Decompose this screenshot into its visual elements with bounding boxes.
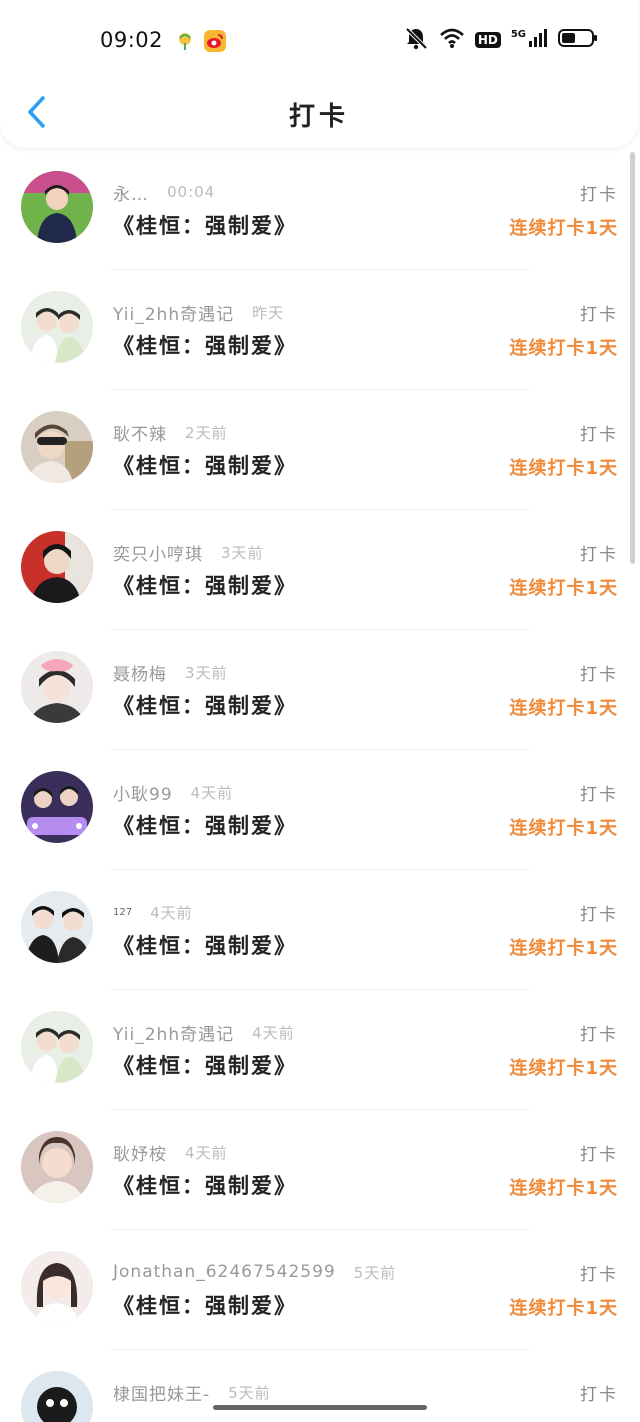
signal-icon [528, 28, 548, 52]
username[interactable]: 小耿99 [113, 780, 173, 805]
checkin-time: 5天前 [353, 1263, 397, 1282]
username[interactable]: 聂杨梅 [113, 660, 167, 685]
book-title: 《桂恒：强制爱》 [113, 574, 297, 598]
checkin-time: 5天前 [228, 1383, 271, 1402]
streak-label: 连续打卡1天 [509, 338, 618, 359]
book-title: 《桂恒：强制爱》 [113, 214, 297, 238]
checkin-time: 4天前 [252, 1023, 295, 1042]
book-title: 《桂恒：强制爱》 [113, 334, 297, 358]
checkin-label: 打卡 [580, 305, 618, 325]
network-type-label: 5G [510, 28, 526, 40]
book-title: 《桂恒：强制爱》 [113, 454, 297, 478]
checkin-label: 打卡 [580, 1385, 618, 1405]
checkin-label: 打卡 [580, 185, 618, 205]
list-item[interactable]: Yii_2hh奇遇记 4天前 《桂恒：强制爱》 打卡 连续打卡1天 [0, 990, 640, 1110]
streak-label: 连续打卡1天 [509, 1298, 618, 1319]
username[interactable]: 棣国把妹王- [113, 1380, 210, 1405]
avatar[interactable] [21, 891, 93, 963]
streak-label: 连续打卡1天 [509, 698, 618, 719]
checkin-label: 打卡 [580, 905, 618, 925]
status-time: 09:02 [100, 28, 164, 52]
username[interactable]: 永… [113, 180, 149, 205]
top-bar: 09:02 HD 5G 打卡 [0, 0, 638, 148]
checkin-list: 永… 00:04 《桂恒：强制爱》 打卡 连续打卡1天 Yii_2hh奇遇记 昨… [0, 150, 640, 1422]
checkin-label: 打卡 [580, 785, 618, 805]
username[interactable]: 耿妤桉 [113, 1140, 167, 1165]
leaf-app-icon [174, 30, 196, 52]
avatar[interactable] [21, 1131, 93, 1203]
streak-label: 连续打卡1天 [509, 578, 618, 599]
checkin-label: 打卡 [580, 1145, 618, 1165]
avatar[interactable] [21, 1251, 93, 1323]
checkin-label: 打卡 [580, 1265, 618, 1285]
screen: 09:02 HD 5G 打卡 永… 00:04 《桂恒：强制爱》 打卡 连续打卡… [0, 0, 640, 1422]
checkin-time: 昨天 [252, 303, 285, 322]
list-item[interactable]: 小耿99 4天前 《桂恒：强制爱》 打卡 连续打卡1天 [0, 750, 640, 870]
list-item[interactable]: Jonathan_62467542599 5天前 《桂恒：强制爱》 打卡 连续打… [0, 1230, 640, 1350]
scrollbar[interactable] [630, 152, 635, 564]
checkin-time: 2天前 [185, 423, 228, 442]
checkin-time: 00:04 [167, 183, 216, 201]
streak-label: 连续打卡1天 [509, 458, 618, 479]
weibo-icon [204, 30, 226, 52]
checkin-label: 打卡 [580, 665, 618, 685]
list-item[interactable]: 棣国把妹王- 5天前 打卡 [0, 1350, 640, 1422]
username[interactable]: 耿不辣 [113, 420, 167, 445]
book-title: 《桂恒：强制爱》 [113, 1054, 297, 1078]
checkin-label: 打卡 [580, 545, 618, 565]
page-title: 打卡 [288, 102, 349, 132]
hd-badge: HD [474, 32, 501, 48]
list-item[interactable]: 永… 00:04 《桂恒：强制爱》 打卡 连续打卡1天 [0, 150, 640, 270]
username[interactable]: 奕只小哼琪 [113, 540, 203, 565]
status-indicators: HD 5G [403, 26, 598, 54]
book-title: 《桂恒：强制爱》 [113, 694, 297, 718]
streak-label: 连续打卡1天 [509, 938, 618, 959]
username[interactable]: Yii_2hh奇遇记 [113, 1020, 234, 1045]
streak-label: 连续打卡1天 [509, 1178, 618, 1199]
avatar[interactable] [21, 531, 93, 603]
avatar[interactable] [21, 1371, 93, 1422]
streak-label: 连续打卡1天 [509, 218, 618, 239]
avatar[interactable] [21, 771, 93, 843]
wifi-icon [439, 27, 465, 53]
home-indicator[interactable] [213, 1405, 427, 1410]
checkin-time: 4天前 [185, 1143, 228, 1162]
list-item[interactable]: 聂杨梅 3天前 《桂恒：强制爱》 打卡 连续打卡1天 [0, 630, 640, 750]
book-title: 《桂恒：强制爱》 [113, 1174, 297, 1198]
avatar[interactable] [21, 651, 93, 723]
checkin-time: 4天前 [150, 903, 193, 922]
list-item[interactable]: 耿不辣 2天前 《桂恒：强制爱》 打卡 连续打卡1天 [0, 390, 640, 510]
avatar[interactable] [21, 171, 93, 243]
book-title: 《桂恒：强制爱》 [113, 934, 297, 958]
username[interactable]: Yii_2hh奇遇记 [113, 300, 234, 325]
checkin-label: 打卡 [580, 425, 618, 445]
list-item[interactable]: 127 4天前 《桂恒：强制爱》 打卡 连续打卡1天 [0, 870, 640, 990]
battery-icon [558, 28, 598, 52]
checkin-label: 打卡 [580, 1025, 618, 1045]
list-item[interactable]: 耿妤桉 4天前 《桂恒：强制爱》 打卡 连续打卡1天 [0, 1110, 640, 1230]
checkin-time: 4天前 [190, 783, 234, 802]
checkin-time: 3天前 [221, 543, 264, 562]
book-title: 《桂恒：强制爱》 [113, 1294, 297, 1318]
book-title: 《桂恒：强制爱》 [113, 814, 297, 838]
list-item[interactable]: 奕只小哼琪 3天前 《桂恒：强制爱》 打卡 连续打卡1天 [0, 510, 640, 630]
username[interactable]: 127 [113, 907, 132, 918]
checkin-time: 3天前 [185, 663, 228, 682]
avatar[interactable] [21, 411, 93, 483]
mute-bell-icon [403, 26, 429, 54]
username[interactable]: Jonathan_62467542599 [113, 1262, 336, 1282]
streak-label: 连续打卡1天 [509, 818, 618, 839]
streak-label: 连续打卡1天 [509, 1058, 618, 1079]
avatar[interactable] [21, 291, 93, 363]
list-item[interactable]: Yii_2hh奇遇记 昨天 《桂恒：强制爱》 打卡 连续打卡1天 [0, 270, 640, 390]
avatar[interactable] [21, 1011, 93, 1083]
